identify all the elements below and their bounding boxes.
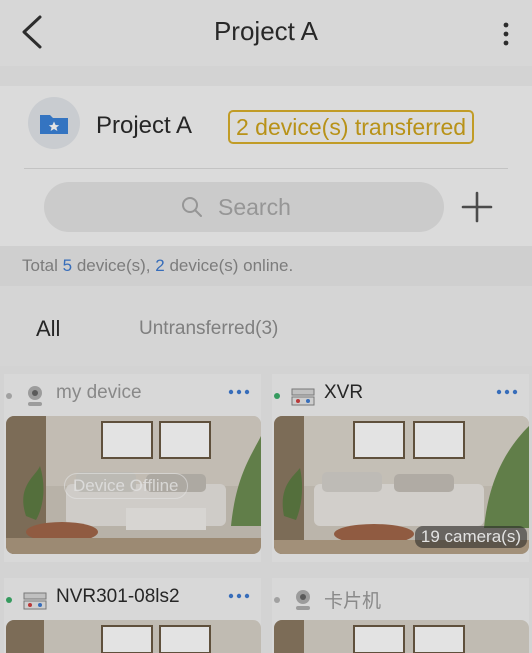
xvr-device-icon: [291, 388, 315, 406]
device-card-header: 卡片机: [272, 578, 529, 620]
device-preview[interactable]: [6, 620, 261, 653]
device-name: XVR: [324, 382, 364, 403]
camera-device-icon: [28, 386, 42, 406]
online-status-dot: [6, 597, 12, 603]
device-card-header: my device: [4, 374, 261, 416]
offline-status-dot: [6, 393, 12, 399]
search-input[interactable]: Search: [44, 182, 444, 232]
device-preview[interactable]: [274, 620, 529, 653]
device-card-header: XVR: [272, 374, 529, 416]
more-horizontal-icon[interactable]: [227, 588, 251, 604]
camera-count-label: 19 camera(s): [414, 526, 527, 548]
search-placeholder: Search: [218, 194, 291, 220]
nvr-device-icon: [23, 592, 47, 610]
summary-mid: device(s),: [72, 256, 156, 275]
tab-untransferred[interactable]: Untransferred(3): [139, 318, 278, 340]
page-title: Project A: [213, 16, 319, 46]
more-horizontal-icon[interactable]: [495, 384, 519, 400]
online-status-dot: [274, 393, 280, 399]
transfer-status-badge[interactable]: 2 device(s) transferred: [228, 110, 475, 144]
project-avatar: [28, 97, 80, 149]
tab-all[interactable]: All: [36, 316, 60, 342]
device-card[interactable]: XVR 19 camera(s): [272, 374, 529, 562]
offline-status-dot: [274, 597, 280, 603]
folder-star-icon: [40, 115, 68, 134]
add-device-plus-icon[interactable]: [460, 190, 494, 224]
living-room-image: [274, 620, 529, 653]
summary-prefix: Total: [22, 256, 63, 275]
device-name: NVR301-08ls2: [56, 586, 180, 607]
more-vertical-icon[interactable]: [500, 20, 512, 48]
device-card[interactable]: 卡片机: [272, 578, 529, 653]
living-room-image: [6, 620, 261, 653]
device-summary: Total 5 device(s), 2 device(s) online.: [22, 256, 293, 276]
more-horizontal-icon[interactable]: [227, 384, 251, 400]
summary-suffix: device(s) online.: [164, 256, 294, 275]
device-preview[interactable]: 19 camera(s): [274, 416, 529, 554]
project-name: Project A: [96, 112, 193, 139]
device-name: 卡片机: [324, 591, 382, 612]
top-bar: Project A: [0, 0, 532, 66]
total-device-count: 5: [62, 256, 73, 275]
device-preview[interactable]: Device Offline: [6, 416, 261, 554]
camera-device-icon: [296, 590, 310, 610]
online-device-count: 2: [155, 256, 165, 275]
search-icon: [182, 197, 202, 217]
device-card[interactable]: NVR301-08ls2: [4, 578, 261, 653]
device-card[interactable]: my device Device Offline: [4, 374, 261, 562]
device-offline-label: Device Offline: [64, 473, 188, 499]
divider: [24, 168, 508, 169]
device-name: my device: [56, 382, 142, 403]
device-card-header: NVR301-08ls2: [4, 578, 261, 620]
